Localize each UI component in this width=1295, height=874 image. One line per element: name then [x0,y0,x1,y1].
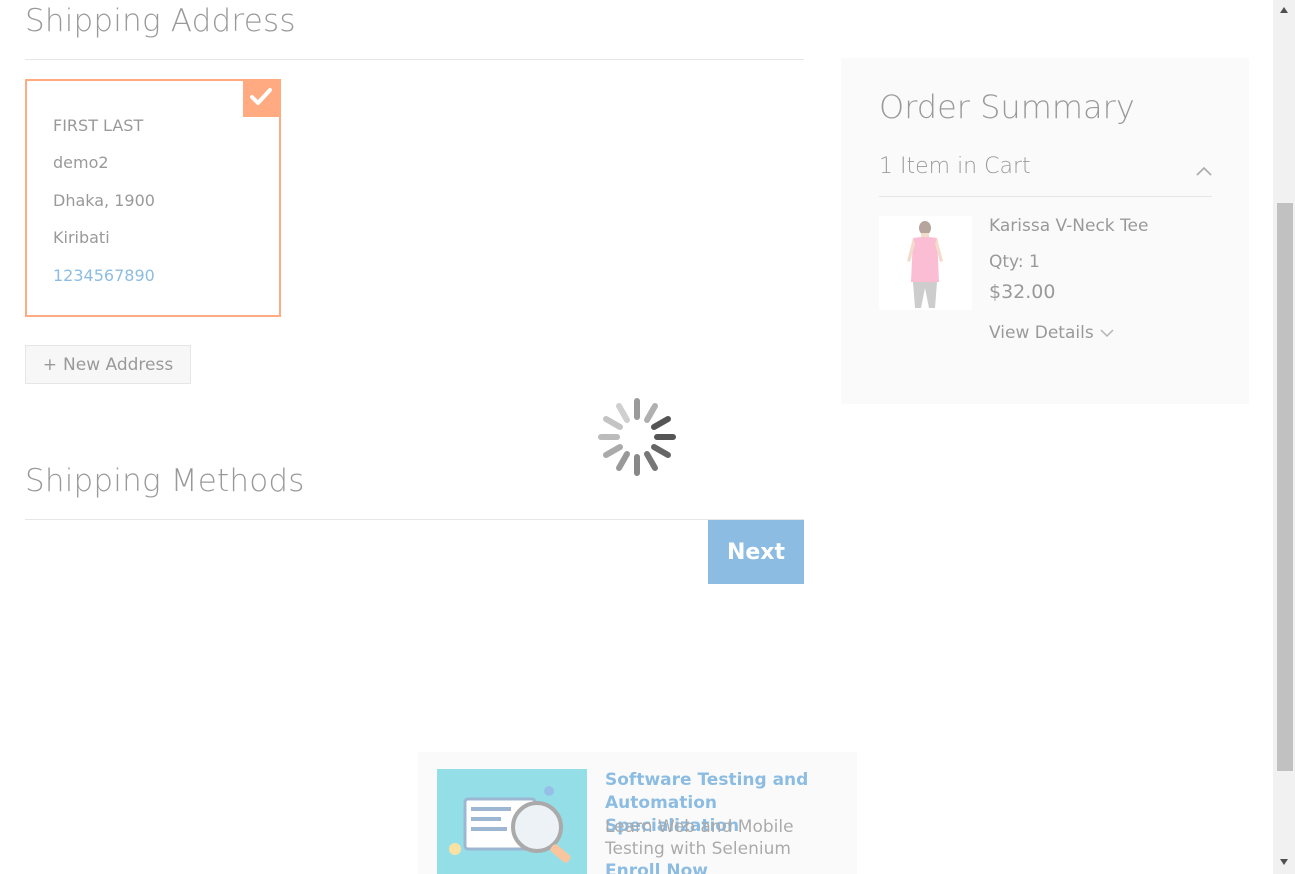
loading-spinner-icon [596,396,678,482]
scroll-up-icon[interactable] [1279,6,1289,14]
checkout-page: Shipping Address FIRST LAST demo2 Dhaka,… [0,0,1273,874]
scroll-down-icon[interactable] [1279,858,1289,866]
scrollbar-thumb[interactable] [1277,203,1293,771]
vertical-scrollbar[interactable] [1273,0,1295,874]
